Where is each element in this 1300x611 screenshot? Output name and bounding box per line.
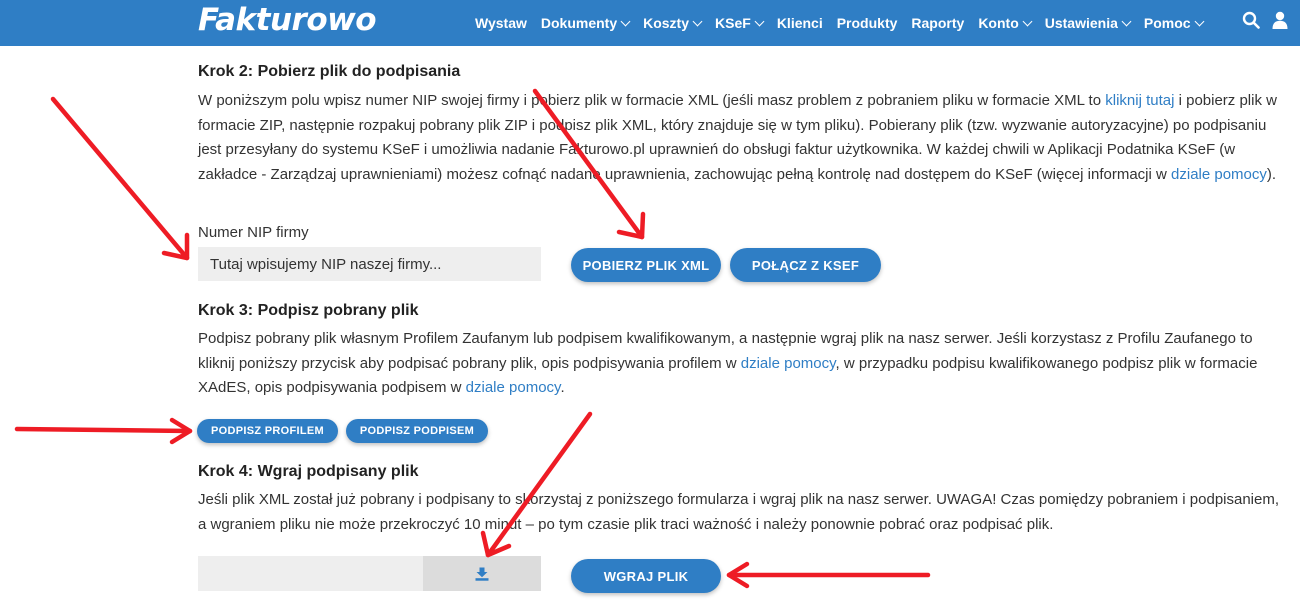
nav-wystaw[interactable]: Wystaw [475, 15, 527, 31]
step2-description: W poniższym polu wpisz numer NIP swojej … [198, 92, 1277, 183]
step3-description: Podpisz pobrany plik własnym Profilem Za… [198, 330, 1258, 396]
file-browse-button[interactable] [423, 556, 541, 591]
upload-icon [475, 567, 489, 581]
nip-input[interactable] [198, 247, 541, 281]
user-icon[interactable] [1272, 11, 1288, 29]
arrow-to-sign-profile-button [14, 417, 193, 445]
search-icon[interactable] [1242, 11, 1260, 29]
step2-title: Krok 2: Pobierz plik do podpisania [198, 63, 461, 80]
help-link-signature[interactable]: dziale pomocy [466, 379, 561, 396]
nav-konto[interactable]: Konto [978, 15, 1033, 31]
nav-dokumenty[interactable]: Dokumenty [541, 15, 631, 31]
connect-ksef-button[interactable]: POŁĄCZ Z KSEF [730, 248, 881, 282]
nav-produkty[interactable]: Produkty [837, 15, 898, 31]
step4-description: Jeśli plik XML został już pobrany i podp… [198, 491, 1280, 533]
nip-label: Numer NIP firmy [198, 224, 309, 241]
chevron-down-icon [620, 16, 631, 26]
file-input-field[interactable] [198, 556, 423, 591]
top-navbar: Fakturowo Wystaw Dokumenty Koszty KSeF K… [0, 0, 1300, 46]
arrow-to-upload-button [726, 561, 931, 589]
logo[interactable]: Fakturowo [198, 2, 377, 38]
chevron-down-icon [1022, 16, 1033, 26]
nav-koszty[interactable]: Koszty [643, 15, 703, 31]
download-xml-button[interactable]: POBIERZ PLIK XML [571, 248, 721, 282]
nav-pomoc[interactable]: Pomoc [1144, 15, 1205, 31]
chevron-down-icon [692, 16, 703, 26]
step3-title: Krok 3: Podpisz pobrany plik [198, 302, 419, 319]
download-zip-link[interactable]: kliknij tutaj [1105, 92, 1174, 109]
nav-icons [1242, 11, 1300, 29]
sign-signature-button[interactable]: PODPISZ PODPISEM [346, 419, 488, 443]
main-nav: Wystaw Dokumenty Koszty KSeF Klienci Pro… [475, 0, 1217, 46]
nav-ustawienia[interactable]: Ustawienia [1045, 15, 1132, 31]
arrow-to-nip-input [50, 96, 190, 261]
nav-klienci[interactable]: Klienci [777, 15, 823, 31]
nav-raporty[interactable]: Raporty [911, 15, 964, 31]
step4-title: Krok 4: Wgraj podpisany plik [198, 463, 419, 480]
nav-ksef[interactable]: KSeF [715, 15, 765, 31]
chevron-down-icon [754, 16, 765, 26]
sign-profile-button[interactable]: PODPISZ PROFILEM [197, 419, 338, 443]
upload-file-button[interactable]: WGRAJ PLIK [571, 559, 721, 593]
help-link[interactable]: dziale pomocy [1171, 166, 1267, 183]
chevron-down-icon [1121, 16, 1132, 26]
help-link-profile[interactable]: dziale pomocy [741, 355, 836, 372]
chevron-down-icon [1194, 16, 1205, 26]
